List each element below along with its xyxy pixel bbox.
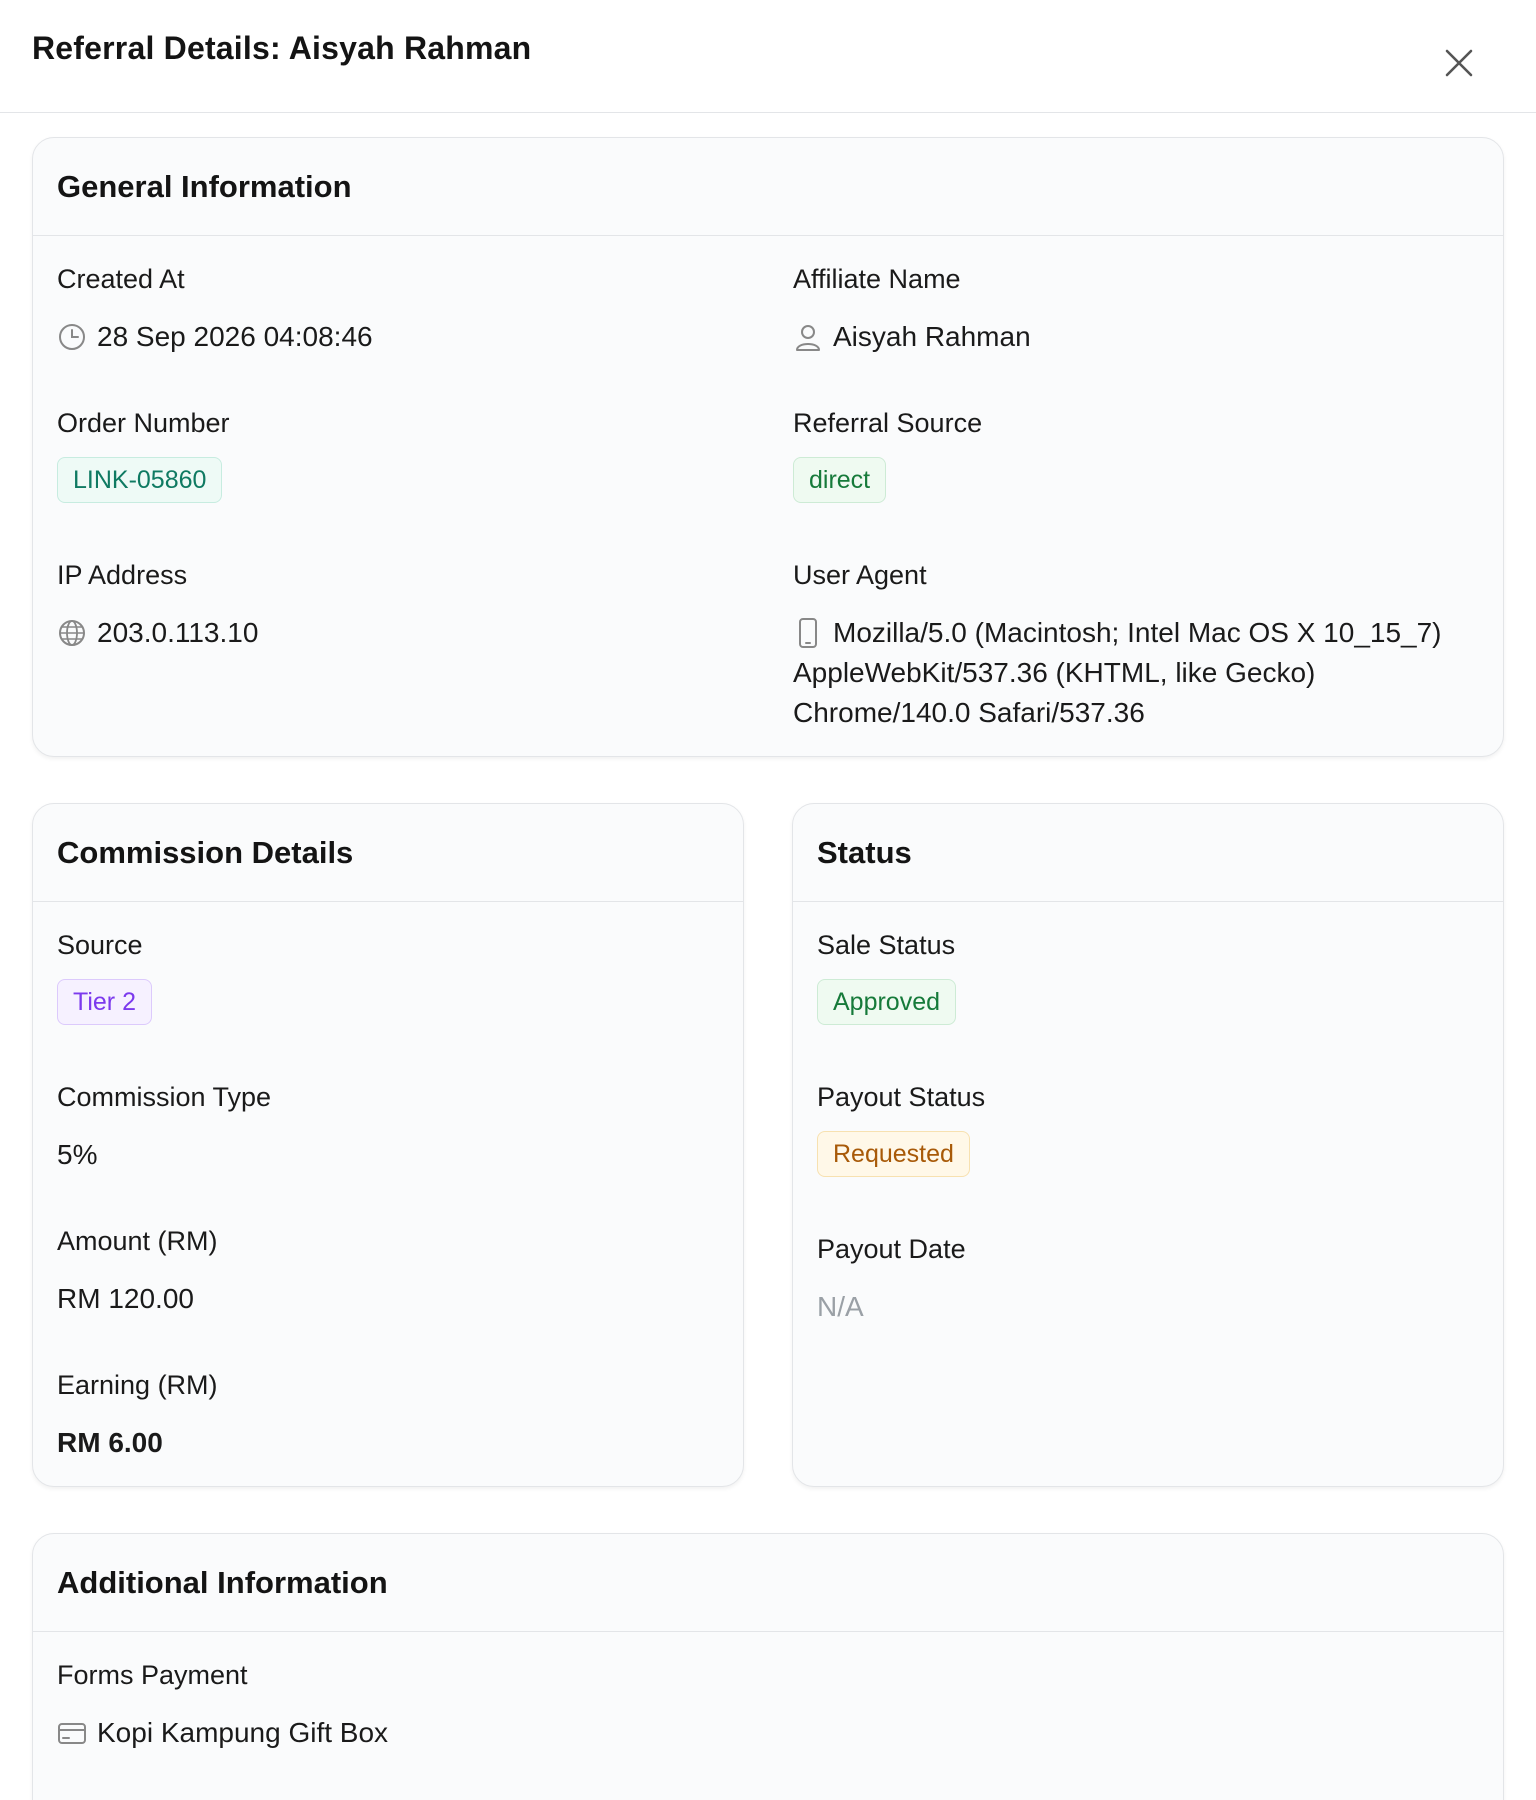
- order-number-badge: LINK-05860: [57, 457, 223, 503]
- ip-address-field: IP Address 203.0.113.10: [57, 560, 258, 653]
- affiliate-name-field: Affiliate Name Aisyah Rahman: [793, 264, 1031, 357]
- field-label: Earning (RM): [57, 1370, 218, 1400]
- clock-icon: [57, 317, 89, 357]
- payout-status-badge: Requested: [817, 1131, 970, 1177]
- user-icon: [793, 317, 825, 357]
- field-label: Commission Type: [57, 1082, 272, 1112]
- payout-date-value: N/A: [817, 1291, 864, 1322]
- payout-status-field: Payout Status Requested: [817, 1082, 985, 1177]
- ip-address-value: 203.0.113.10: [97, 617, 259, 648]
- field-label: Order Number: [57, 408, 230, 438]
- user-agent-line: Chrome/140.0 Safari/537.36: [793, 697, 1145, 728]
- globe-icon: [57, 613, 89, 653]
- commission-type-field: Commission Type 5%: [57, 1082, 271, 1175]
- field-label: Referral Source: [793, 408, 983, 438]
- field-value: Aisyah Rahman: [793, 317, 1031, 357]
- field-label: Source: [57, 930, 143, 960]
- earning-value: RM 6.00: [57, 1427, 163, 1458]
- field-value: Kopi Kampung Gift Box: [57, 1713, 388, 1753]
- general-information-card: General Information Created At 28 Sep 20…: [32, 137, 1504, 757]
- dialog-header: Referral Details: Aisyah Rahman: [0, 0, 1536, 113]
- field-value: Mozilla/5.0 (Macintosh; Intel Mac OS X 1…: [793, 613, 1493, 733]
- card-header: Status: [793, 804, 1503, 902]
- commission-source-field: Source Tier 2: [57, 930, 152, 1025]
- field-label: Created At: [57, 264, 185, 294]
- close-button[interactable]: [1440, 44, 1478, 82]
- amount-field: Amount (RM) RM 120.00: [57, 1226, 218, 1319]
- phone-icon: [793, 613, 825, 653]
- field-label: Forms Payment: [57, 1660, 248, 1690]
- field-label: IP Address: [57, 560, 188, 590]
- sale-status-field: Sale Status Approved: [817, 930, 957, 1025]
- dialog-title: Referral Details: Aisyah Rahman: [32, 30, 532, 66]
- referral-source-field: Referral Source direct: [793, 408, 982, 503]
- card-header: General Information: [33, 138, 1503, 236]
- status-card: Status Sale Status Approved Payout Statu…: [792, 803, 1504, 1487]
- commission-details-card: Commission Details Source Tier 2 Commiss…: [32, 803, 744, 1487]
- amount-value: RM 120.00: [57, 1283, 194, 1314]
- created-at-field: Created At 28 Sep 2026 04:08:46: [57, 264, 373, 357]
- credit-card-icon: [57, 1713, 89, 1753]
- card-title: Status: [817, 834, 912, 870]
- field-value: 203.0.113.10: [57, 613, 258, 653]
- card-title: Commission Details: [57, 834, 354, 870]
- card-title: General Information: [57, 168, 352, 204]
- card-header: Commission Details: [33, 804, 743, 902]
- sale-status-badge: Approved: [817, 979, 957, 1025]
- field-label: User Agent: [793, 560, 927, 590]
- field-label: Payout Date: [817, 1234, 966, 1264]
- card-title: Additional Information: [57, 1564, 388, 1600]
- forms-payment-value: Kopi Kampung Gift Box: [97, 1717, 389, 1748]
- dialog-body[interactable]: General Information Created At 28 Sep 20…: [0, 113, 1536, 1800]
- affiliate-name-value: Aisyah Rahman: [833, 321, 1031, 352]
- additional-information-card: Additional Information Forms Payment Kop…: [32, 1533, 1504, 1800]
- user-agent-field: User Agent Mozilla/5.0 (Macintosh; Intel…: [793, 560, 1493, 733]
- referral-details-dialog: Referral Details: Aisyah Rahman General …: [0, 0, 1536, 1800]
- field-value: 28 Sep 2026 04:08:46: [57, 317, 373, 357]
- user-agent-line: Mozilla/5.0 (Macintosh; Intel Mac OS X 1…: [833, 617, 1442, 648]
- field-label: Sale Status: [817, 930, 956, 960]
- order-number-field: Order Number LINK-05860: [57, 408, 230, 503]
- close-icon: [1445, 49, 1473, 77]
- field-label: Affiliate Name: [793, 264, 961, 294]
- commission-source-badge: Tier 2: [57, 979, 152, 1025]
- forms-payment-field: Forms Payment Kopi Kampung Gift Box: [57, 1660, 388, 1753]
- card-header: Additional Information: [33, 1534, 1503, 1632]
- commission-type-value: 5%: [57, 1139, 98, 1170]
- referral-source-badge: direct: [793, 457, 887, 503]
- user-agent-line: AppleWebKit/537.36 (KHTML, like Gecko): [793, 657, 1316, 688]
- field-label: Amount (RM): [57, 1226, 218, 1256]
- payout-date-field: Payout Date N/A: [817, 1234, 966, 1327]
- earning-field: Earning (RM) RM 6.00: [57, 1370, 218, 1463]
- created-at-value: 28 Sep 2026 04:08:46: [97, 321, 373, 352]
- field-label: Payout Status: [817, 1082, 986, 1112]
